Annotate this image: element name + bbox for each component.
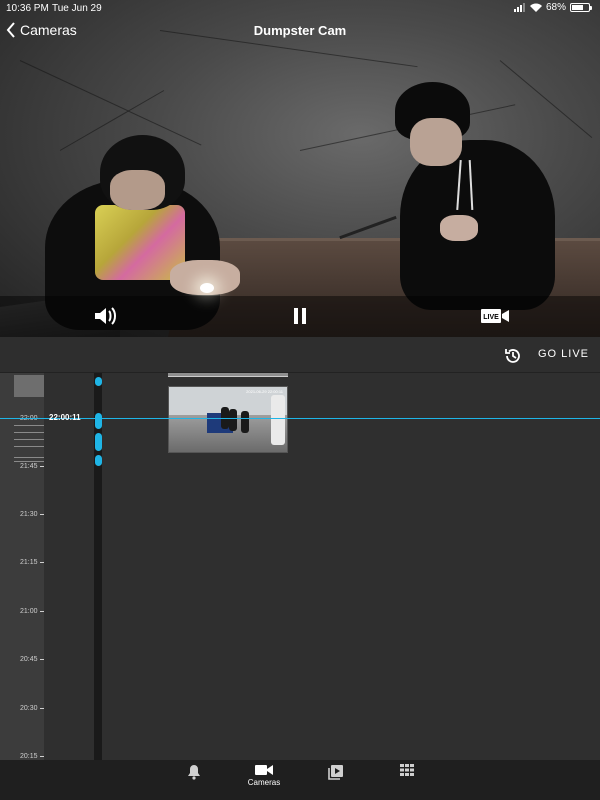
video-player[interactable]: LIVE	[0, 0, 600, 337]
page-title: Dumpster Cam	[253, 23, 347, 38]
pause-icon[interactable]	[286, 303, 314, 329]
tick-label: 21:00	[20, 608, 44, 615]
video-library-icon	[328, 765, 343, 780]
history-icon[interactable]	[503, 346, 523, 366]
tick-label: 21:45	[20, 463, 44, 470]
tick-label: 20:15	[20, 753, 44, 760]
tick-label: 21:15	[20, 559, 44, 566]
bell-icon	[188, 765, 200, 780]
live-camera-icon[interactable]: LIVE	[480, 303, 510, 329]
motion-event-marker[interactable]	[95, 413, 102, 429]
cellular-signal-icon	[513, 3, 525, 12]
video-controls-bar: LIVE	[0, 296, 600, 337]
thumbnail-timestamp: 2021-06-29 22:00:11	[246, 389, 283, 394]
motion-event-marker[interactable]	[95, 433, 102, 451]
camera-feed-image	[0, 0, 600, 337]
event-thumbnail-previous[interactable]	[168, 373, 288, 377]
tab-clips[interactable]	[316, 764, 356, 796]
battery-percent: 68%	[545, 2, 566, 13]
motion-event-marker[interactable]	[95, 377, 102, 386]
motion-event-marker[interactable]	[95, 455, 102, 466]
tick-label: 21:30	[20, 511, 44, 518]
tab-grid[interactable]	[387, 764, 427, 796]
tick-label: 20:45	[20, 656, 44, 663]
event-timeline[interactable]: 22:00 21:45 21:30 21:15 21:00 20:45 20:3…	[0, 373, 600, 760]
status-date: Tue Jun 29	[52, 3, 102, 14]
tick-label: 20:30	[20, 705, 44, 712]
status-time: 10:36 PM	[6, 3, 49, 14]
tab-notifications[interactable]	[174, 764, 214, 796]
tab-cameras[interactable]: Cameras	[244, 764, 284, 796]
speaker-icon[interactable]	[90, 303, 120, 329]
grid-icon	[400, 764, 414, 776]
time-ruler[interactable]: 22:00 21:45 21:30 21:15 21:00 20:45 20:3…	[0, 373, 44, 760]
status-bar: 10:36 PM Tue Jun 29 68%	[0, 0, 600, 16]
video-camera-icon	[255, 765, 273, 775]
tab-cameras-label: Cameras	[247, 778, 281, 787]
playhead-time: 22:00:11	[49, 413, 81, 422]
wifi-icon	[529, 3, 542, 12]
event-track	[94, 373, 102, 760]
playhead-line[interactable]	[0, 418, 600, 419]
timeline-toolbar: GO LIVE	[0, 337, 600, 373]
tab-bar: Cameras	[0, 760, 600, 800]
live-badge-text: LIVE	[483, 314, 499, 321]
go-live-button[interactable]: GO LIVE	[538, 348, 589, 360]
battery-icon	[570, 3, 592, 12]
navigation-bar: Cameras Dumpster Cam	[0, 18, 600, 46]
event-thumbnail[interactable]: 2021-06-29 22:00:11	[168, 386, 288, 453]
